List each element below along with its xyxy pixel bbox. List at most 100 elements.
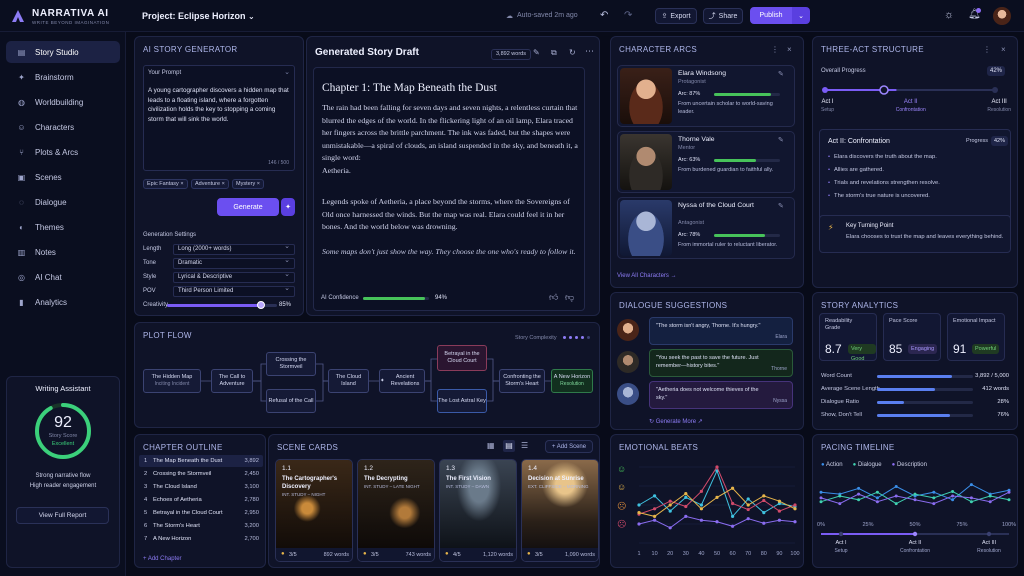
sidebar-item-characters[interactable]: ☺ Characters (6, 116, 120, 138)
chapter-row[interactable]: 1 The Map Beneath the Dust 3,892 (139, 455, 263, 467)
redo-icon[interactable]: ↷ (624, 10, 632, 21)
data-point (762, 521, 766, 525)
draft-content: Chapter 1: The Map Beneath the Dust The … (313, 67, 585, 311)
slider-handle[interactable] (256, 301, 265, 309)
dialogue-suggestion[interactable]: "Aetheria does not welcome thieves of th… (649, 381, 793, 409)
sidebar-item-dialogue[interactable]: ◌ Dialogue (6, 191, 120, 213)
plot-node-astral-key[interactable]: The Lost Astral Key (437, 389, 487, 413)
tag-chip[interactable]: Epic Fantasy × (143, 179, 188, 189)
chevron-down-icon: ⌄ (248, 12, 255, 21)
dialogue-speaker: Thorne (771, 366, 787, 372)
generate-more-link[interactable]: ↻ Generate More ↗ (649, 418, 703, 425)
sidebar-item-ai-chat[interactable]: ◎ AI Chat (6, 266, 120, 288)
sidebar-item-notes[interactable]: ▥ Notes (6, 241, 120, 263)
tag-chip[interactable]: Mystery × (232, 179, 264, 189)
copy-icon[interactable]: ⧉ (551, 48, 557, 58)
refresh-icon[interactable]: ↻ (569, 48, 576, 57)
publish-menu-button[interactable]: ⌄ (792, 7, 810, 24)
act-step[interactable]: Act I Setup (821, 99, 834, 113)
act-progress-track (822, 85, 998, 95)
scene-card[interactable]: 1.4 Decision at Sunrise EXT. CLIFFSIDE – M… (521, 459, 599, 562)
chapter-row[interactable]: 7 A New Horizon 2,700 (139, 533, 263, 545)
chapter-row[interactable]: 5 Betrayal in the Cloud Court 2,950 (139, 507, 263, 519)
analytics-title: STORY ANALYTICS (821, 301, 899, 310)
character-card[interactable]: Nyssa of the Cloud Court Antagonist Arc: 7… (617, 197, 795, 259)
chapter-row[interactable]: 2 Crossing the Stormveil 2,450 (139, 468, 263, 480)
plot-node-storms-heart[interactable]: Confronting the Storm's Heart (499, 369, 545, 393)
edit-icon[interactable]: ✎ (778, 70, 784, 78)
chapter-row[interactable]: 6 The Storm's Heart 3,200 (139, 520, 263, 532)
creativity-slider[interactable] (167, 301, 277, 309)
sidebar-item-scenes[interactable]: ▣ Scenes (6, 166, 120, 188)
more-icon[interactable]: ⋮ (983, 45, 991, 54)
scene-number: 1.3 (446, 465, 456, 472)
list-view-icon[interactable]: ☰ (521, 441, 528, 450)
sidebar-item-analytics[interactable]: ▮ Analytics (6, 291, 120, 313)
close-icon[interactable]: × (1001, 45, 1006, 54)
close-icon[interactable]: × (787, 45, 792, 54)
sidebar-item-worldbuilding[interactable]: ◍ Worldbuilding (6, 91, 120, 113)
plot-node-hidden-map[interactable]: The Hidden Map Inciting Incident (143, 369, 201, 393)
user-avatar[interactable] (993, 7, 1011, 25)
project-selector[interactable]: Project: Eclipse Horizon ⌄ (142, 11, 255, 21)
plot-node-betrayal[interactable]: Betrayal in the Cloud Court (437, 345, 487, 371)
plot-node-revelations[interactable]: ✦ Ancient Revelations (379, 369, 425, 393)
prompt-field[interactable]: Your Prompt ⌄ A young cartographer disco… (143, 65, 295, 171)
thumbs-down-icon[interactable]: 👎︎ (565, 292, 574, 303)
chapter-title: The Storm's Heart (153, 523, 200, 529)
setting-select[interactable]: Long (2000+ words) (173, 242, 295, 255)
add-chapter-link[interactable]: + Add Chapter (143, 556, 182, 562)
sidebar-item-story-studio[interactable]: ▤ Story Studio (6, 41, 120, 63)
thumbs-up-icon[interactable]: 👍︎ (549, 292, 558, 303)
setting-select[interactable]: Dramatic (173, 256, 295, 269)
node-label: A New Horizon (553, 374, 591, 380)
scene-card[interactable]: 1.2 The Decrypting INT. STUDY – LATE NIGHT… (357, 459, 435, 562)
undo-icon[interactable]: ↶ (600, 10, 608, 21)
add-scene-button[interactable]: + Add Scene (545, 440, 593, 453)
sidebar-item-plots-arcs[interactable]: ⑂ Plots & Arcs (6, 141, 120, 163)
chapter-row[interactable]: 4 Echoes of Aetheria 2,780 (139, 494, 263, 506)
more-icon[interactable]: ⋯ (585, 46, 594, 57)
magic-wand-icon[interactable]: ✦ (281, 198, 295, 216)
card-view-icon[interactable]: ▤ (503, 440, 515, 452)
more-icon[interactable]: ⋮ (771, 45, 779, 54)
view-report-button[interactable]: View Full Report (16, 507, 109, 524)
generate-button[interactable]: Generate (217, 198, 279, 216)
x-tick-label: 90 (776, 551, 782, 557)
view-all-characters-link[interactable]: View All Characters → (617, 273, 677, 279)
plot-node-refusal[interactable]: Refusal of the Call (266, 389, 316, 413)
dialogue-suggestion[interactable]: "You seek the past to save the future. J… (649, 349, 793, 377)
data-point (668, 526, 672, 530)
sidebar-item-themes[interactable]: ◐ Themes (6, 216, 120, 238)
edit-icon[interactable]: ✎ (778, 202, 784, 210)
setting-select[interactable]: Lyrical & Descriptive (173, 270, 295, 283)
plot-node-cloud-island[interactable]: The Cloud Island (328, 369, 369, 393)
scene-card[interactable]: 1.1 The Cartographer's Discovery INT. STUD… (275, 459, 353, 562)
publish-button[interactable]: Publish (750, 7, 792, 24)
plot-node-call[interactable]: The Call to Adventure (211, 369, 253, 393)
act-step[interactable]: Act III Resolution (987, 99, 1011, 113)
edit-icon[interactable]: ✎ (533, 48, 540, 57)
setting-select[interactable]: Third Person Limited (173, 284, 295, 297)
chapter-row[interactable]: 3 The Cloud Island 3,100 (139, 481, 263, 493)
dialogue-suggestion[interactable]: "The storm isn't angry, Thorne. It's hun… (649, 317, 793, 345)
edit-icon[interactable]: ✎ (778, 136, 784, 144)
prompt-count: 146 / 500 (268, 160, 289, 166)
grid-view-icon[interactable]: ▦ (487, 441, 495, 450)
character-card[interactable]: Thorne Vale Mentor Arc: 63% From burdened g… (617, 131, 795, 193)
export-button[interactable]: ⇪ Export (655, 8, 697, 24)
tag-chip[interactable]: Adventure × (191, 179, 229, 189)
character-card[interactable]: Elara Windsong Protagonist Arc: 87% From un… (617, 65, 795, 127)
share-button[interactable]: ⤴ Share (703, 8, 743, 24)
sidebar-item-brainstorm[interactable]: ✦ Brainstorm (6, 66, 120, 88)
assistant-line-1: Strong narrative flow (35, 473, 91, 479)
data-point (762, 511, 766, 515)
sun-icon[interactable]: ☼ (944, 9, 954, 21)
act-step[interactable]: Act II Confrontation (896, 99, 926, 113)
scene-card[interactable]: 1.3 The First Vision INT. STUDY – DAWN ● 4/5… (439, 459, 517, 562)
plot-node-new-horizon[interactable]: A New Horizon Resolution (551, 369, 593, 393)
plot-node-stormveil[interactable]: Crossing the Stormveil (266, 352, 316, 376)
chapter-words: 2,950 (244, 510, 259, 516)
emotional-beats-panel: EMOTIONAL BEATS ☺ ☺ ☹ ☹ 1 10 20 30 40 50 60 70 8… (610, 434, 804, 568)
sidebar-item-label: Characters (35, 122, 75, 132)
